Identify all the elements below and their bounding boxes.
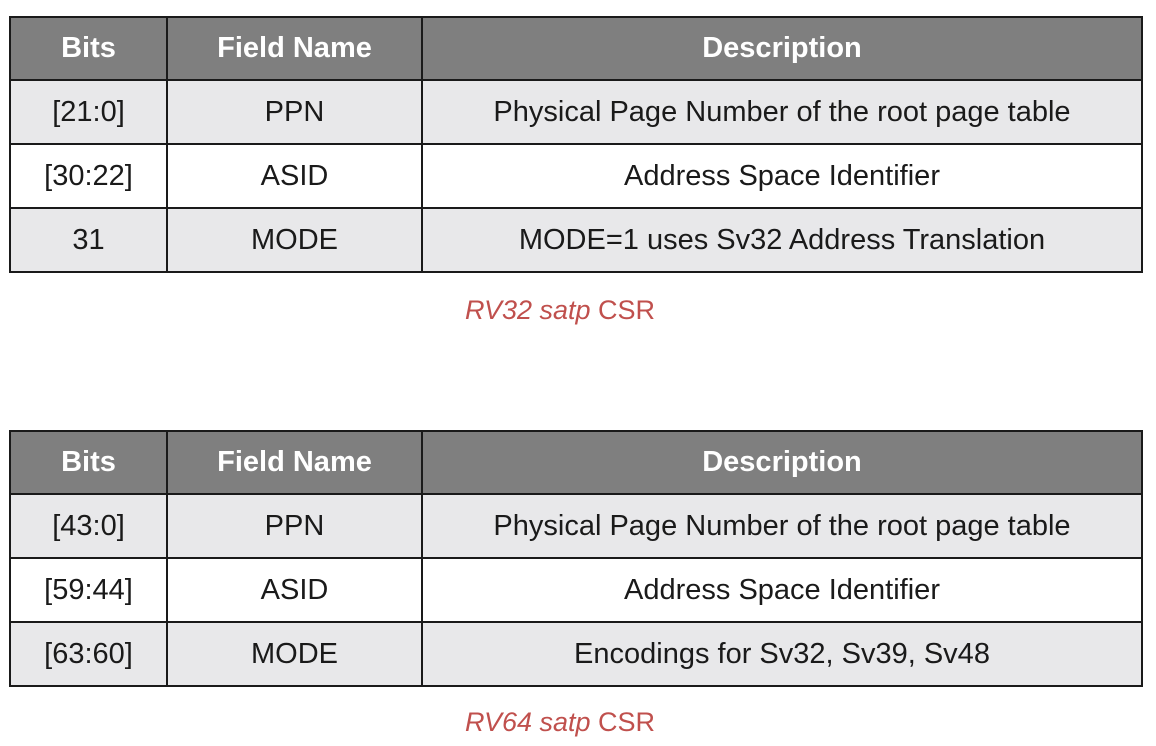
cell-description: Address Space Identifier (421, 557, 1143, 623)
header-description: Description (421, 430, 1143, 495)
header-bits: Bits (9, 16, 168, 81)
caption-italic-part: RV32 satp (464, 295, 591, 325)
table-header-row: Bits Field Name Description (9, 430, 1143, 495)
cell-field: PPN (166, 79, 423, 145)
cell-field: MODE (166, 621, 423, 687)
table-row: [63:60] MODE Encodings for Sv32, Sv39, S… (9, 621, 1143, 687)
cell-bits: 31 (9, 207, 168, 273)
cell-bits: [30:22] (9, 143, 168, 209)
cell-field: PPN (166, 493, 423, 559)
cell-field: ASID (166, 557, 423, 623)
table-row: [59:44] ASID Address Space Identifier (9, 557, 1143, 623)
rv32-satp-table: Bits Field Name Description [21:0] PPN P… (9, 16, 1143, 273)
table-row: 31 MODE MODE=1 uses Sv32 Address Transla… (9, 207, 1143, 273)
cell-bits: [21:0] (9, 79, 168, 145)
header-bits: Bits (9, 430, 168, 495)
table-row: [30:22] ASID Address Space Identifier (9, 143, 1143, 209)
cell-description: Physical Page Number of the root page ta… (421, 493, 1143, 559)
header-field-name: Field Name (166, 16, 423, 81)
caption-rest: CSR (590, 707, 656, 737)
rv64-satp-table: Bits Field Name Description [43:0] PPN P… (9, 430, 1143, 687)
cell-bits: [63:60] (9, 621, 168, 687)
cell-description: Physical Page Number of the root page ta… (421, 79, 1143, 145)
cell-field: ASID (166, 143, 423, 209)
caption-rest: CSR (590, 295, 656, 325)
header-field-name: Field Name (166, 430, 423, 495)
cell-description: MODE=1 uses Sv32 Address Translation (421, 207, 1143, 273)
rv32-table-caption: RV32 satp CSR (0, 295, 1120, 326)
cell-bits: [59:44] (9, 557, 168, 623)
cell-field: MODE (166, 207, 423, 273)
rv64-table-caption: RV64 satp CSR (0, 707, 1120, 738)
caption-italic-part: RV64 satp (464, 707, 591, 737)
cell-description: Encodings for Sv32, Sv39, Sv48 (421, 621, 1143, 687)
cell-description: Address Space Identifier (421, 143, 1143, 209)
table-row: [21:0] PPN Physical Page Number of the r… (9, 79, 1143, 145)
cell-bits: [43:0] (9, 493, 168, 559)
table-header-row: Bits Field Name Description (9, 16, 1143, 81)
table-row: [43:0] PPN Physical Page Number of the r… (9, 493, 1143, 559)
header-description: Description (421, 16, 1143, 81)
